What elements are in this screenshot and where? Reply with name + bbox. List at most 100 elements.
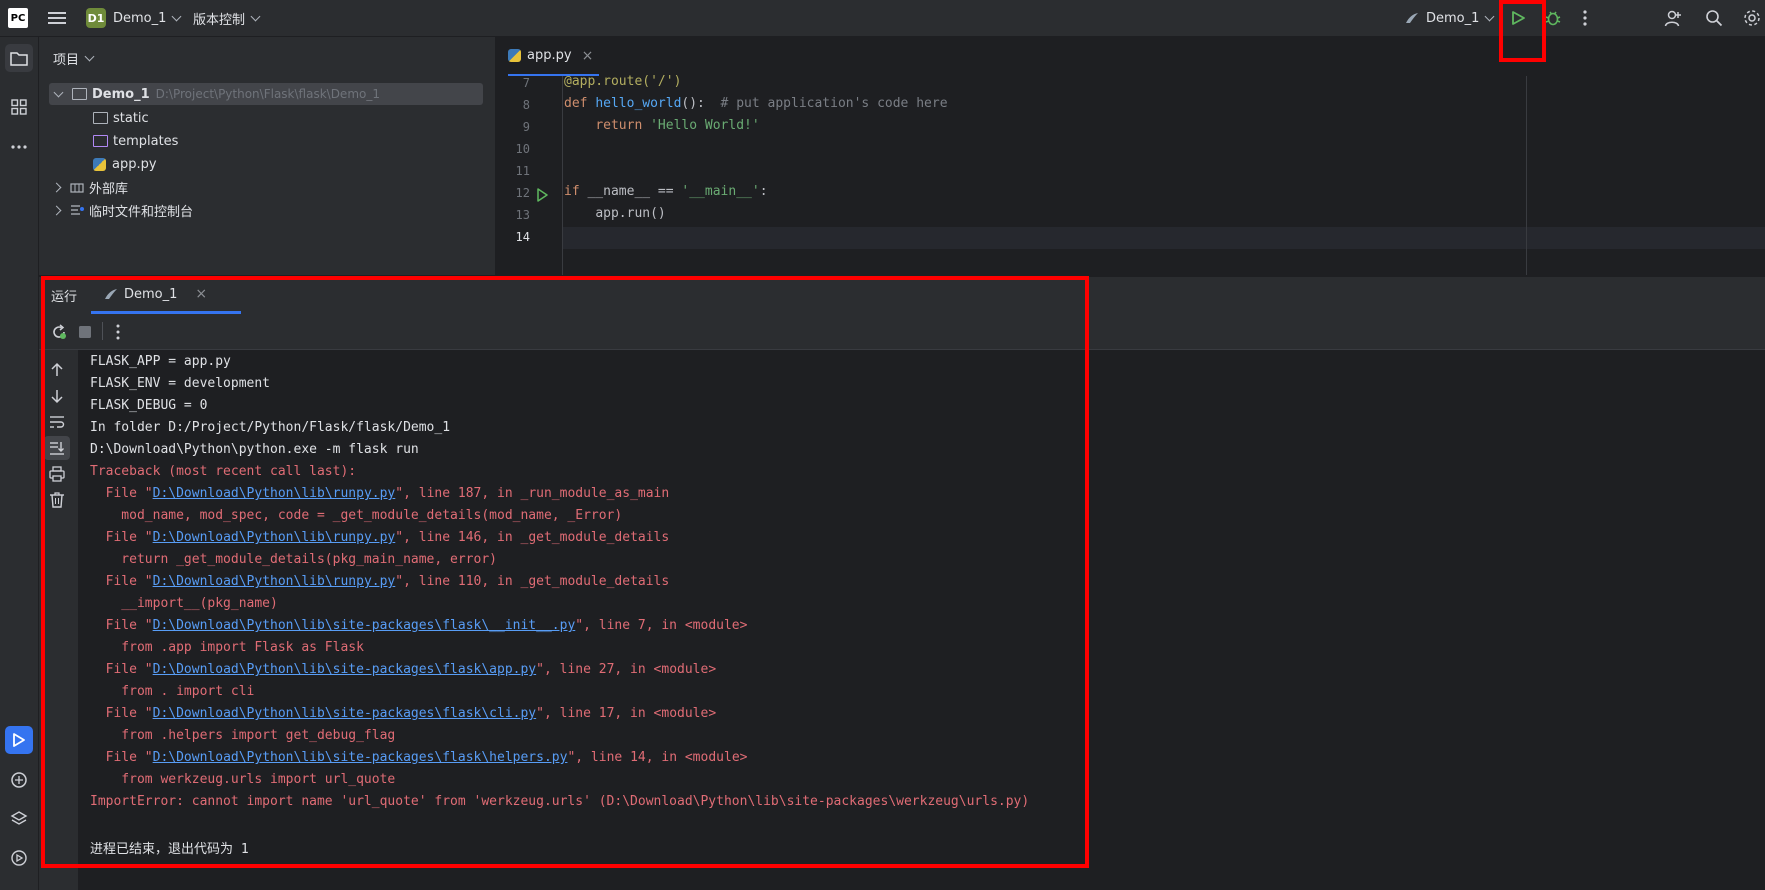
string-literal: '__main__': [681, 184, 760, 199]
traceback-code: from .helpers import get_debug_flag: [90, 728, 396, 743]
folder-icon: [93, 112, 108, 124]
debug-button[interactable]: [1544, 0, 1562, 36]
frame-prefix: File ": [90, 750, 153, 765]
file-link[interactable]: D:\Download\Python\lib\site-packages\fla…: [153, 706, 537, 721]
file-link[interactable]: D:\Download\Python\lib\site-packages\fla…: [153, 662, 537, 677]
run-tab-label: Demo_1: [124, 286, 178, 302]
line-number: 14: [515, 230, 530, 244]
traceback-code: __import__(pkg_name): [90, 596, 278, 611]
tree-item-static[interactable]: static: [93, 107, 149, 129]
code-editor[interactable]: 7 8 9 10 11 12 13 14 @app.route('/') def…: [496, 74, 1765, 275]
console-line: In folder D:/Project/Python/Flask/flask/…: [90, 420, 451, 435]
string-literal: 'Hello World!': [650, 118, 760, 133]
tree-item-label: app.py: [112, 156, 157, 172]
project-switcher-label: Demo_1: [113, 10, 167, 26]
traceback-frame: File "D:\Download\Python\lib\site-packag…: [90, 750, 748, 765]
traceback-header: Traceback (most recent call last):: [90, 464, 357, 479]
right-margin-guide: [1526, 76, 1527, 275]
tree-item-label: static: [113, 110, 149, 126]
tree-item-app-py[interactable]: app.py: [93, 153, 157, 175]
editor-tab-bar: app.py ×: [496, 37, 1765, 77]
pycharm-logo: PC: [8, 8, 28, 28]
run-panel-header: 运行 Demo_1 ×: [39, 277, 1765, 314]
close-icon[interactable]: ×: [195, 286, 207, 302]
run-panel-title: 运行: [51, 290, 78, 305]
function-name: hello_world: [595, 96, 682, 111]
line-number: 10: [515, 142, 530, 156]
tree-item-scratches[interactable]: 临时文件和控制台: [51, 199, 193, 221]
file-link[interactable]: D:\Download\Python\lib\runpy.py: [153, 574, 396, 589]
run-config-label: Demo_1: [1426, 10, 1480, 26]
code-line-8: def hello_world(): # put application's c…: [564, 96, 948, 111]
python-console-button[interactable]: [5, 766, 33, 794]
arrow-up-icon[interactable]: [49, 362, 65, 378]
close-icon[interactable]: ×: [582, 48, 594, 64]
project-tool-button[interactable]: [5, 44, 33, 72]
flask-config-icon: [1406, 13, 1418, 23]
editor-tab-app-py[interactable]: app.py ×: [508, 37, 600, 76]
frame-prefix: File ": [90, 486, 153, 501]
project-badge: D1: [86, 8, 106, 28]
more-actions-icon[interactable]: [1583, 0, 1587, 36]
chevron-down-icon: [84, 51, 95, 61]
trash-icon[interactable]: [49, 492, 65, 508]
main-menu-logo[interactable]: PC: [8, 0, 28, 36]
python-packages-button[interactable]: [5, 805, 33, 833]
title-bar: PC D1 Demo_1 版本控制 Demo_1: [0, 0, 1765, 37]
scroll-to-end-button[interactable]: [44, 436, 70, 460]
traceback-code: mod_name, mod_spec, code = _get_module_d…: [90, 508, 623, 523]
tree-root-row[interactable]: Demo_1 D:\Project\Python\Flask\flask\Dem…: [49, 83, 483, 105]
traceback-frame: File "D:\Download\Python\lib\site-packag…: [90, 706, 717, 721]
file-link[interactable]: D:\Download\Python\lib\runpy.py: [153, 530, 396, 545]
gutter-run-icon[interactable]: [536, 188, 548, 202]
hamburger-menu-icon[interactable]: [48, 0, 66, 36]
tree-item-label: templates: [113, 133, 179, 149]
project-panel-header[interactable]: 项目: [53, 47, 95, 69]
comment: # put application's code here: [720, 96, 948, 111]
folder-icon: [93, 135, 108, 147]
print-icon[interactable]: [49, 466, 65, 482]
chevron-down-icon: [1484, 11, 1495, 21]
code-line-12: if __name__ == '__main__':: [564, 184, 768, 199]
more-options-icon[interactable]: [116, 324, 120, 340]
more-tools-icon[interactable]: [5, 133, 33, 161]
settings-gear-icon[interactable]: [1743, 0, 1761, 36]
left-tool-strip: [0, 37, 39, 890]
add-user-icon[interactable]: [1664, 0, 1682, 36]
traceback-frame: File "D:\Download\Python\lib\runpy.py", …: [90, 486, 670, 501]
library-icon: [70, 183, 84, 193]
run-config-selector[interactable]: Demo_1: [1404, 0, 1495, 36]
line-number: 9: [522, 120, 530, 134]
layers-icon: [10, 811, 28, 825]
file-link[interactable]: D:\Download\Python\lib\runpy.py: [153, 486, 396, 501]
project-panel-title: 项目: [53, 52, 80, 68]
stop-icon[interactable]: [78, 325, 92, 339]
file-link[interactable]: D:\Download\Python\lib\site-packages\fla…: [153, 618, 576, 633]
rerun-icon[interactable]: [51, 324, 67, 340]
file-link[interactable]: D:\Download\Python\lib\site-packages\fla…: [153, 750, 568, 765]
tree-item-external-libs[interactable]: 外部库: [51, 176, 128, 198]
chevron-right-icon: [51, 182, 62, 192]
editor-gutter: 7 8 9 10 11 12 13 14: [496, 76, 563, 275]
line-number: 12: [515, 186, 530, 200]
services-button[interactable]: [5, 844, 33, 872]
tree-item-templates[interactable]: templates: [93, 130, 178, 152]
run-tool-button[interactable]: [5, 726, 33, 754]
run-button[interactable]: [1510, 0, 1526, 36]
console-output[interactable]: FLASK_APP = app.py FLASK_ENV = developme…: [78, 350, 1765, 890]
vcs-menu[interactable]: 版本控制: [193, 0, 261, 36]
keyword: return: [595, 118, 643, 133]
search-icon[interactable]: [1705, 0, 1723, 36]
run-tab-demo-1[interactable]: Demo_1 ×: [91, 277, 241, 314]
soft-wrap-icon[interactable]: [49, 414, 65, 430]
line-number: 8: [522, 98, 530, 112]
traceback-code: from . import cli: [90, 684, 255, 699]
code-line-13: app.run(): [564, 206, 665, 221]
arrow-down-icon[interactable]: [49, 388, 65, 404]
project-switcher[interactable]: D1 Demo_1: [86, 0, 182, 36]
chevron-down-icon: [171, 11, 182, 21]
project-panel: 项目 Demo_1 D:\Project\Python\Flask\flask\…: [39, 37, 495, 275]
structure-tool-button[interactable]: [5, 93, 33, 121]
console-line: FLASK_ENV = development: [90, 376, 271, 391]
frame-suffix: ", line 110, in _get_module_details: [395, 574, 670, 589]
